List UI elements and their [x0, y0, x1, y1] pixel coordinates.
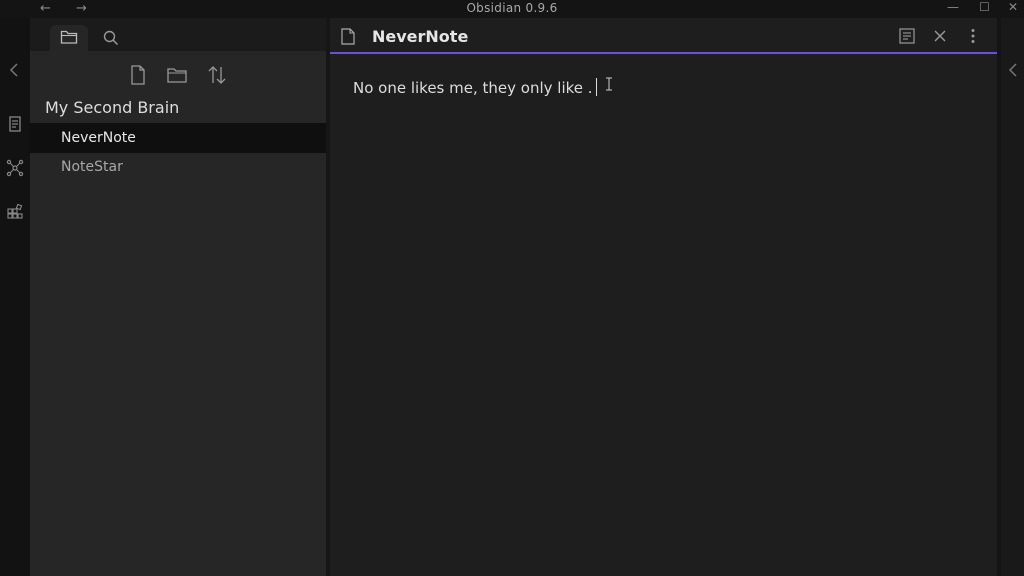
title-bar: ← → Obsidian 0.9.6 — ☐ ✕ [0, 0, 1024, 18]
file-item-nevernote[interactable]: NeverNote [30, 123, 326, 153]
close-icon[interactable] [931, 27, 949, 45]
quick-switcher-icon[interactable] [5, 114, 25, 134]
note-title[interactable]: NeverNote [372, 27, 468, 46]
folder-icon [60, 30, 78, 44]
file-item-notestar[interactable]: NoteStar [30, 152, 326, 182]
maximize-icon[interactable]: ☐ [979, 0, 990, 14]
document-icon [341, 28, 355, 45]
search-icon [103, 30, 119, 46]
text-caret [595, 78, 597, 96]
tab-file-explorer[interactable] [50, 25, 88, 51]
tab-search[interactable] [92, 25, 130, 51]
right-ribbon [1001, 18, 1024, 576]
left-ribbon [0, 18, 31, 576]
file-explorer-sidebar: My Second Brain NeverNote NoteStar [30, 18, 326, 576]
minimize-icon[interactable]: — [947, 0, 959, 14]
new-folder-icon[interactable] [166, 64, 188, 86]
graph-view-icon[interactable] [5, 158, 25, 178]
editor-header: NeverNote [330, 18, 997, 54]
more-options-icon[interactable] [964, 27, 982, 45]
vault-name[interactable]: My Second Brain [45, 98, 179, 117]
close-window-icon[interactable]: ✕ [1008, 0, 1018, 14]
new-note-icon[interactable] [127, 64, 149, 86]
editor-pane: NeverNote No one likes me, they only lik… [330, 18, 997, 576]
collapse-left-icon[interactable] [5, 60, 25, 80]
sort-icon[interactable] [206, 64, 228, 86]
sidebar-tabs [30, 18, 326, 51]
window-title: Obsidian 0.9.6 [466, 1, 558, 15]
reading-mode-icon[interactable] [898, 27, 916, 45]
ibeam-cursor-icon [606, 77, 612, 91]
expand-right-icon[interactable] [1006, 60, 1020, 80]
templates-icon[interactable] [5, 202, 25, 222]
note-text[interactable]: No one likes me, they only like . [353, 79, 593, 97]
editor-content[interactable]: No one likes me, they only like . [353, 78, 597, 97]
